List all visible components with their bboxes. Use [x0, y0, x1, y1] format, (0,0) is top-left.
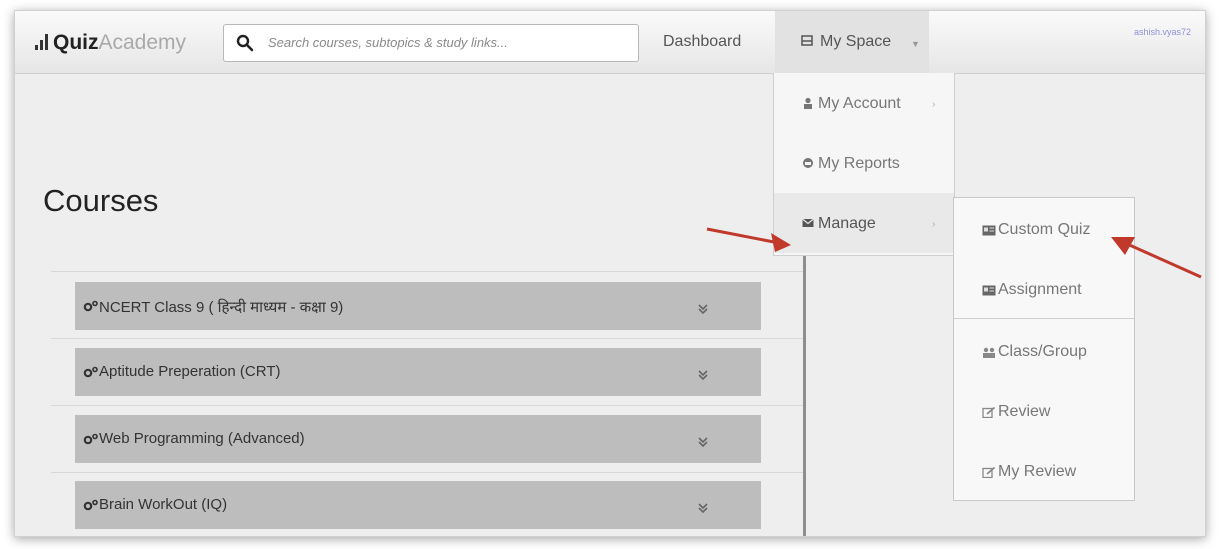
reports-icon	[803, 158, 813, 168]
navbar: QuizAcademy Dashboard My Space ▼ ashish.…	[15, 11, 1205, 74]
submenu-item-label: Review	[998, 403, 1051, 420]
nav-my-space-menu[interactable]: My Space ▼	[775, 11, 929, 73]
menu-item-manage[interactable]: Manage ›	[774, 193, 954, 253]
divider	[51, 405, 803, 406]
page-title: Courses	[43, 183, 159, 218]
user-name-link[interactable]: ashish.vyas72	[1134, 27, 1191, 37]
submenu-item-my-review[interactable]: My Review	[954, 440, 1134, 500]
my-space-dropdown: My Account › My Reports Manage ›	[773, 73, 955, 256]
annotation-arrow-custom-quiz	[1111, 237, 1202, 279]
submenu-item-label: Assignment	[998, 281, 1082, 298]
cogs-icon	[83, 300, 98, 312]
submenu-item-label: Class/Group	[998, 343, 1087, 360]
chevron-down-icon: ▼	[911, 39, 920, 49]
submenu-item-class-group[interactable]: Class/Group	[954, 320, 1134, 380]
cogs-icon	[83, 499, 98, 511]
app-window: QuizAcademy Dashboard My Space ▼ ashish.…	[14, 10, 1206, 537]
menu-connector-line	[803, 255, 806, 536]
chevron-double-down-icon[interactable]	[697, 303, 709, 315]
course-item[interactable]: Aptitude Preperation (CRT)	[75, 348, 761, 396]
cogs-icon	[83, 366, 98, 378]
divider	[51, 472, 803, 473]
menu-item-label: Manage	[818, 215, 876, 232]
inbox-icon	[801, 35, 813, 46]
menu-item-label: My Account	[818, 95, 901, 112]
chevron-right-icon: ›	[932, 99, 936, 110]
menu-item-my-account[interactable]: My Account ›	[774, 73, 954, 133]
course-name: NCERT Class 9 ( हिन्दी माध्यम - कक्षा 9)	[99, 299, 344, 316]
edit-icon	[982, 407, 996, 418]
course-item[interactable]: Web Programming (Advanced)	[75, 415, 761, 463]
menu-item-my-reports[interactable]: My Reports	[774, 133, 954, 193]
submenu-divider	[954, 318, 1134, 319]
submenu-item-label: Custom Quiz	[998, 221, 1091, 238]
assignment-icon	[982, 285, 996, 296]
divider	[51, 338, 803, 339]
course-name: Web Programming (Advanced)	[99, 430, 305, 447]
annotation-arrow-manage	[706, 227, 791, 252]
chevron-right-icon: ›	[932, 219, 936, 230]
submenu-item-label: My Review	[998, 463, 1077, 480]
course-item[interactable]: NCERT Class 9 ( हिन्दी माध्यम - कक्षा 9)	[75, 282, 761, 330]
nav-dashboard-link[interactable]: Dashboard	[663, 33, 741, 51]
brand-name-bold: Quiz	[53, 31, 99, 54]
user-icon	[804, 97, 812, 109]
chevron-double-down-icon[interactable]	[697, 436, 709, 448]
brand-logo[interactable]: QuizAcademy	[35, 31, 186, 55]
my-space-label: My Space	[820, 33, 892, 50]
group-icon	[983, 347, 995, 358]
chevron-double-down-icon[interactable]	[697, 502, 709, 514]
course-item[interactable]: Brain WorkOut (IQ)	[75, 481, 761, 529]
edit-icon	[982, 467, 996, 478]
signal-bars-icon	[35, 34, 49, 50]
submenu-item-review[interactable]: Review	[954, 380, 1134, 440]
search-icon	[236, 34, 254, 52]
search-box[interactable]	[223, 24, 639, 62]
search-input[interactable]	[266, 31, 630, 53]
brand-name-light: Academy	[98, 31, 187, 54]
divider	[51, 271, 803, 272]
cogs-icon	[83, 433, 98, 445]
envelope-icon	[802, 218, 814, 227]
course-name: Aptitude Preperation (CRT)	[99, 363, 281, 380]
menu-item-label: My Reports	[818, 155, 900, 172]
chevron-double-down-icon[interactable]	[697, 369, 709, 381]
course-name: Brain WorkOut (IQ)	[99, 496, 228, 513]
quiz-icon	[982, 225, 996, 236]
